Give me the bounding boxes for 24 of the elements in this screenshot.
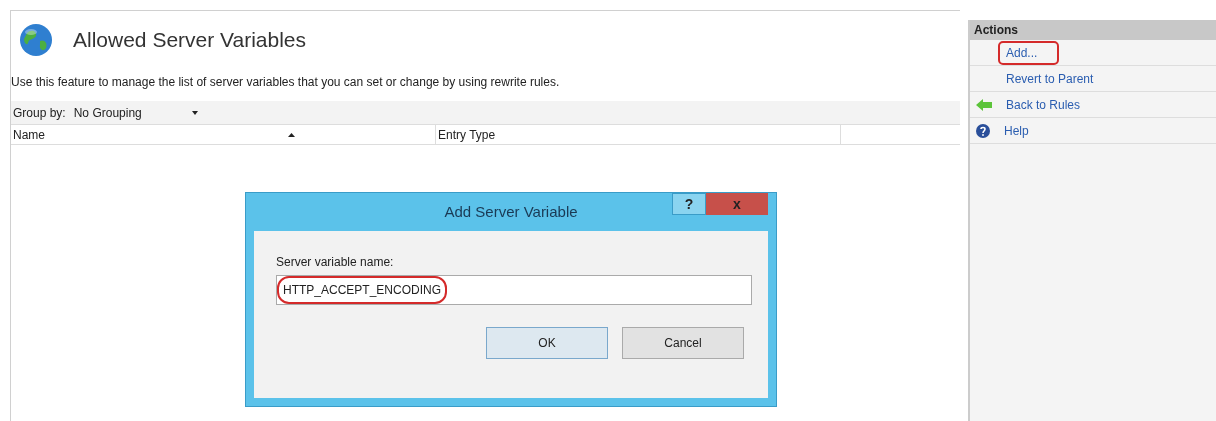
column-header[interactable]: Entry Type (436, 125, 841, 144)
group-by-dropdown[interactable]: No Grouping (73, 103, 198, 122)
dialog-button[interactable]: Cancel (622, 327, 744, 359)
action-link[interactable]: Help (996, 118, 1037, 143)
action-link[interactable]: Back to Rules (998, 92, 1089, 117)
left-arrow-icon (976, 98, 992, 111)
help-icon (976, 123, 990, 138)
group-by-label: Group by: (13, 104, 66, 122)
variable-name-field[interactable]: HTTP_ACCEPT_ENCODING (276, 275, 752, 305)
column-header[interactable]: Name (11, 125, 436, 144)
globe-icon (19, 23, 53, 57)
help-button[interactable]: ? (672, 193, 706, 215)
field-value: HTTP_ACCEPT_ENCODING (277, 276, 448, 304)
action-link[interactable]: Add... (998, 40, 1060, 65)
sort-arrow-icon (288, 132, 295, 137)
dialog-button[interactable]: OK (486, 327, 608, 359)
caret-icon (191, 110, 198, 115)
page-description: Use this feature to manage the list of server variables that you can set or change by using rewrite rules. (11, 74, 561, 91)
page-title: Allowed Server Variables (73, 27, 307, 54)
action-link[interactable]: Revert to Parent (998, 66, 1102, 91)
field-label: Server variable name: (276, 254, 395, 271)
dialog-title: Add Server Variable (443, 201, 579, 222)
close-button[interactable]: x (706, 193, 768, 215)
actions-header: Actions (970, 20, 1216, 40)
